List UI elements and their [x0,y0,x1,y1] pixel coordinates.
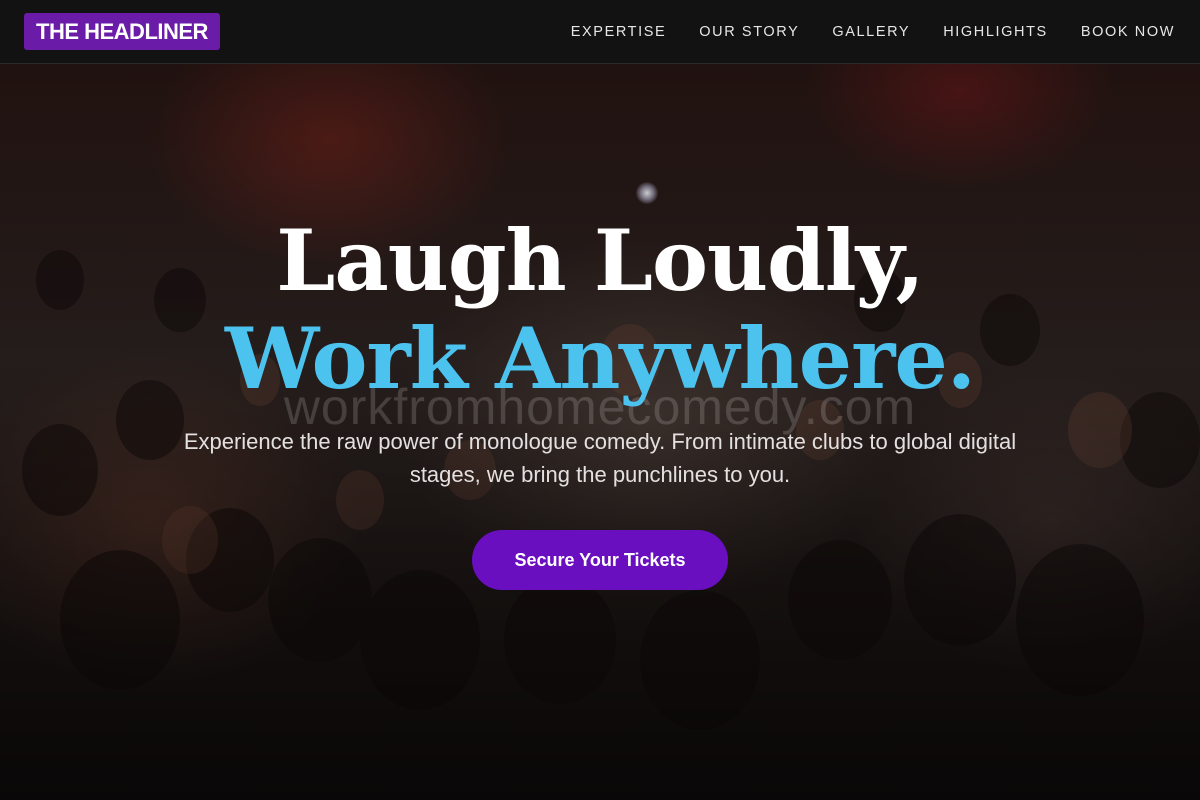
nav-item-book-now[interactable]: BOOK NOW [1081,24,1175,40]
nav-item-highlights[interactable]: HIGHLIGHTS [943,24,1048,40]
nav-item-expertise[interactable]: EXPERTISE [571,24,667,40]
headline-line-2: Work Anywhere. [224,309,976,408]
nav-item-our-story[interactable]: OUR STORY [699,24,799,40]
brand-logo[interactable]: THE HEADLINER [24,13,220,50]
nav-item-gallery[interactable]: GALLERY [832,24,910,40]
secure-tickets-button[interactable]: Secure Your Tickets [472,530,728,590]
main-nav: EXPERTISE OUR STORY GALLERY HIGHLIGHTS B… [538,0,1175,64]
top-navbar: THE HEADLINER EXPERTISE OUR STORY GALLER… [0,0,1200,64]
hero-subtext: Experience the raw power of monologue co… [183,429,1017,487]
headline-line-1: Laugh Loudly, [276,211,924,310]
hero-headline: Laugh Loudly, Work Anywhere. [0,212,1200,408]
